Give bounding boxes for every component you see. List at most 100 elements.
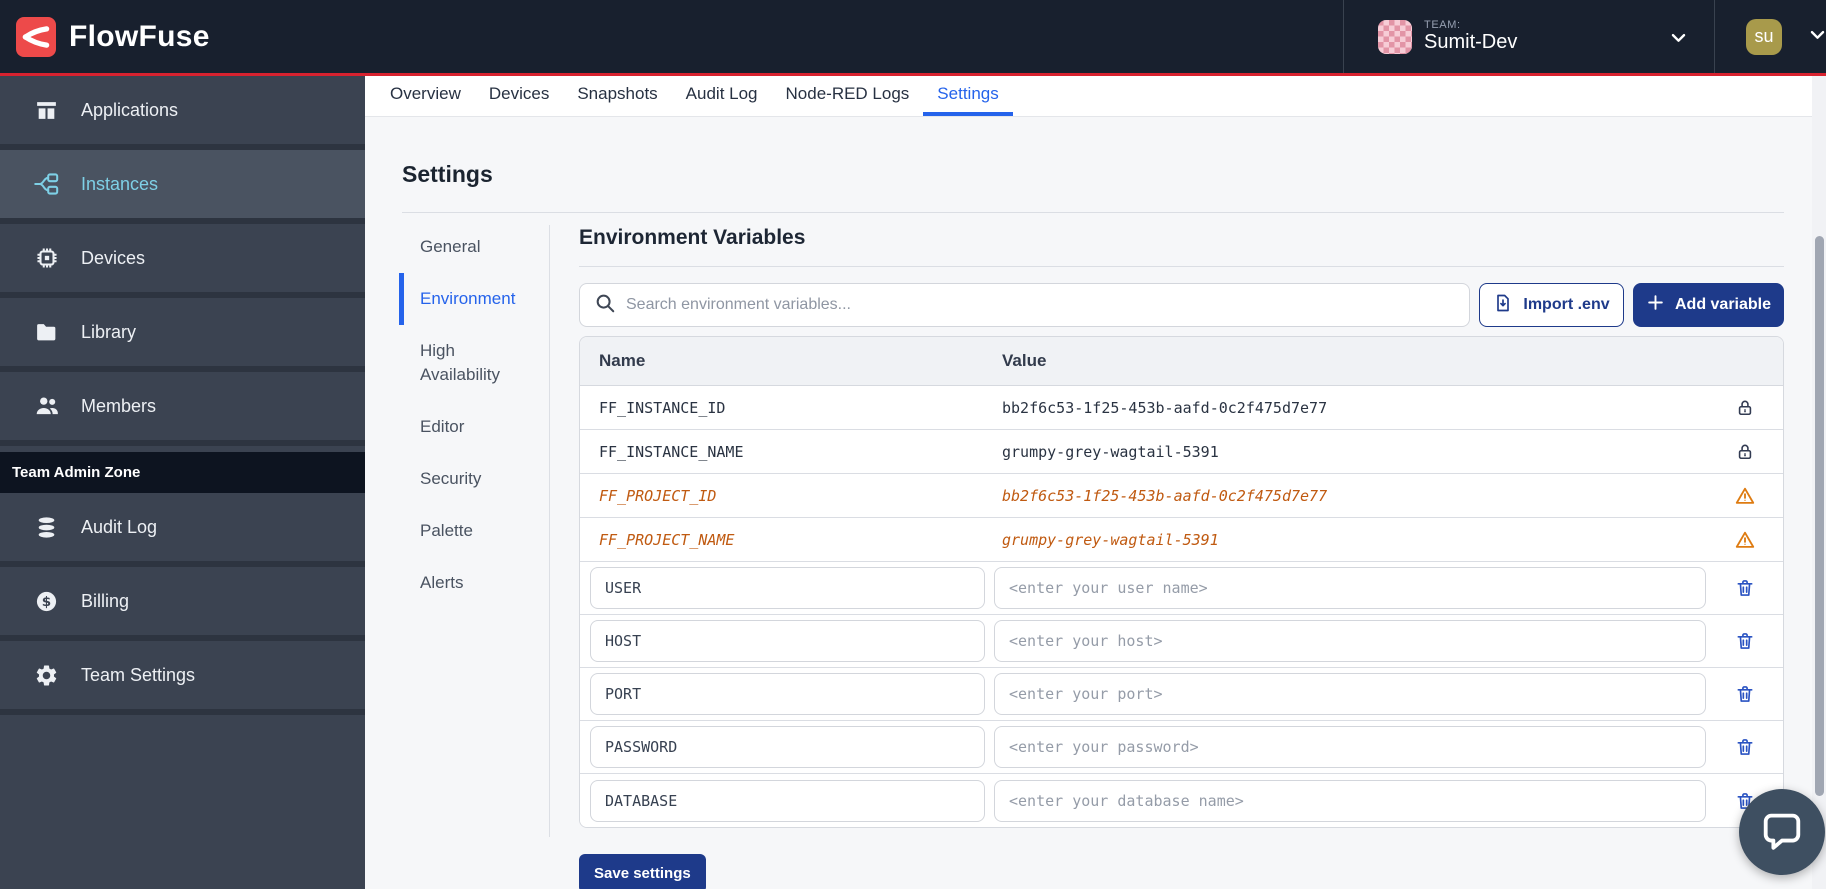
chip-icon	[33, 245, 60, 272]
env-var-name-input[interactable]	[590, 620, 985, 662]
delete-variable-button[interactable]	[1706, 684, 1783, 704]
subnav-item-environment[interactable]: Environment	[399, 273, 537, 325]
page-scrollbar[interactable]	[1812, 76, 1826, 889]
database-icon	[33, 514, 60, 541]
subnav-item-palette[interactable]: Palette	[399, 505, 537, 557]
sidebar-item-audit-log[interactable]: Audit Log	[0, 493, 365, 567]
sidebar-item-label: Devices	[81, 248, 145, 269]
env-var-value: bb2f6c53-1f25-453b-aafd-0c2f475d7e77	[1002, 399, 1706, 417]
warning-icon	[1706, 485, 1783, 507]
delete-variable-button[interactable]	[1706, 631, 1783, 651]
sidebar-item-library[interactable]: Library	[0, 298, 365, 372]
subnav-item-alerts[interactable]: Alerts	[399, 557, 537, 609]
sidebar-item-devices[interactable]: Devices	[0, 224, 365, 298]
instances-icon	[33, 171, 60, 198]
warning-icon	[1706, 529, 1783, 551]
user-menu[interactable]: su	[1716, 0, 1826, 73]
table-row	[580, 721, 1783, 774]
sidebar-item-label: Instances	[81, 174, 158, 195]
lock-icon	[1706, 398, 1783, 418]
search-icon	[594, 292, 616, 319]
table-row: FF_INSTANCE_ID bb2f6c53-1f25-453b-aafd-0…	[580, 386, 1783, 430]
user-avatar: su	[1746, 19, 1782, 55]
env-var-value: grumpy-grey-wagtail-5391	[1002, 443, 1706, 461]
flowfuse-logo[interactable]: FlowFuse	[16, 17, 210, 57]
flowfuse-logo-icon	[16, 17, 56, 57]
scrollbar-thumb[interactable]	[1815, 236, 1824, 796]
sidebar-item-members[interactable]: Members	[0, 372, 365, 446]
env-var-value-input[interactable]	[994, 620, 1706, 662]
subnav-item-security[interactable]: Security	[399, 453, 537, 505]
sidebar-item-label: Applications	[81, 100, 178, 121]
sidebar-section-team-admin-zone: Team Admin Zone	[0, 452, 365, 493]
sidebar-item-team-settings[interactable]: Team Settings	[0, 641, 365, 715]
chevron-down-icon	[1808, 25, 1826, 49]
tab-snapshots[interactable]: Snapshots	[563, 76, 671, 116]
brand-name: FlowFuse	[69, 20, 210, 54]
table-header: Name Value	[580, 337, 1783, 386]
chevron-down-icon	[1669, 28, 1688, 52]
env-var-name-input[interactable]	[590, 673, 985, 715]
sidebar-item-label: Audit Log	[81, 517, 157, 538]
chat-widget-button[interactable]	[1739, 789, 1825, 875]
subnav-item-general[interactable]: General	[399, 221, 537, 273]
import-env-button[interactable]: Import .env	[1479, 283, 1624, 327]
tab-audit-log[interactable]: Audit Log	[672, 76, 772, 116]
instance-tabs: Overview Devices Snapshots Audit Log Nod…	[365, 76, 1826, 117]
page-title: Settings	[402, 161, 493, 188]
env-var-value-input[interactable]	[994, 567, 1706, 609]
team-name: Sumit-Dev	[1424, 31, 1517, 54]
table-row	[580, 774, 1783, 827]
delete-variable-button[interactable]	[1706, 578, 1783, 598]
table-row	[580, 562, 1783, 615]
search-input[interactable]	[626, 284, 1469, 326]
env-var-name: FF_INSTANCE_NAME	[580, 443, 1002, 461]
env-var-name: FF_INSTANCE_ID	[580, 399, 1002, 417]
add-variable-button[interactable]: Add variable	[1633, 283, 1784, 327]
env-variables-table: Name Value FF_INSTANCE_ID bb2f6c53-1f25-…	[579, 336, 1784, 828]
env-var-name-input[interactable]	[590, 780, 985, 822]
search-box	[579, 283, 1470, 327]
tab-settings[interactable]: Settings	[923, 76, 1012, 116]
team-avatar	[1378, 20, 1412, 54]
env-var-value-input[interactable]	[994, 673, 1706, 715]
divider	[549, 225, 550, 837]
tab-overview[interactable]: Overview	[376, 76, 475, 116]
flowfuse-app: FlowFuse TEAM: Sumit-Dev su Applications	[0, 0, 1826, 889]
subnav-item-high-availability[interactable]: High Availability	[399, 325, 537, 401]
divider	[579, 266, 1784, 267]
tab-devices[interactable]: Devices	[475, 76, 563, 116]
gear-icon	[33, 662, 60, 689]
settings-page: Settings General Environment High Availa…	[365, 117, 1826, 889]
sidebar-item-applications[interactable]: Applications	[0, 76, 365, 150]
import-file-icon	[1493, 293, 1513, 318]
subnav-item-editor[interactable]: Editor	[399, 401, 537, 453]
table-row: FF_PROJECT_NAME grumpy-grey-wagtail-5391	[580, 518, 1783, 562]
settings-subnav: General Environment High Availability Ed…	[399, 221, 537, 609]
sidebar-item-label: Library	[81, 322, 136, 343]
add-variable-label: Add variable	[1675, 296, 1771, 314]
top-bar: FlowFuse TEAM: Sumit-Dev su	[0, 0, 1826, 76]
env-var-value-input[interactable]	[994, 726, 1706, 768]
users-icon	[33, 393, 60, 420]
folder-icon	[33, 319, 60, 346]
sidebar-item-label: Members	[81, 396, 156, 417]
env-var-name-input[interactable]	[590, 567, 985, 609]
column-header-name: Name	[580, 351, 1002, 371]
env-var-value-input[interactable]	[994, 780, 1706, 822]
sidebar-item-instances[interactable]: Instances	[0, 150, 365, 224]
table-row	[580, 668, 1783, 721]
env-var-value: grumpy-grey-wagtail-5391	[1002, 531, 1706, 549]
plus-icon	[1646, 293, 1665, 317]
sidebar-item-label: Team Settings	[81, 665, 195, 686]
team-selector[interactable]: TEAM: Sumit-Dev	[1343, 0, 1715, 73]
table-row: FF_INSTANCE_NAME grumpy-grey-wagtail-539…	[580, 430, 1783, 474]
sidebar-item-label: Billing	[81, 591, 129, 612]
save-settings-button[interactable]: Save settings	[579, 854, 706, 889]
sidebar-item-billing[interactable]: $ Billing	[0, 567, 365, 641]
tab-node-red-logs[interactable]: Node-RED Logs	[772, 76, 924, 116]
lock-icon	[1706, 442, 1783, 462]
table-row: FF_PROJECT_ID bb2f6c53-1f25-453b-aafd-0c…	[580, 474, 1783, 518]
env-var-name-input[interactable]	[590, 726, 985, 768]
delete-variable-button[interactable]	[1706, 737, 1783, 757]
